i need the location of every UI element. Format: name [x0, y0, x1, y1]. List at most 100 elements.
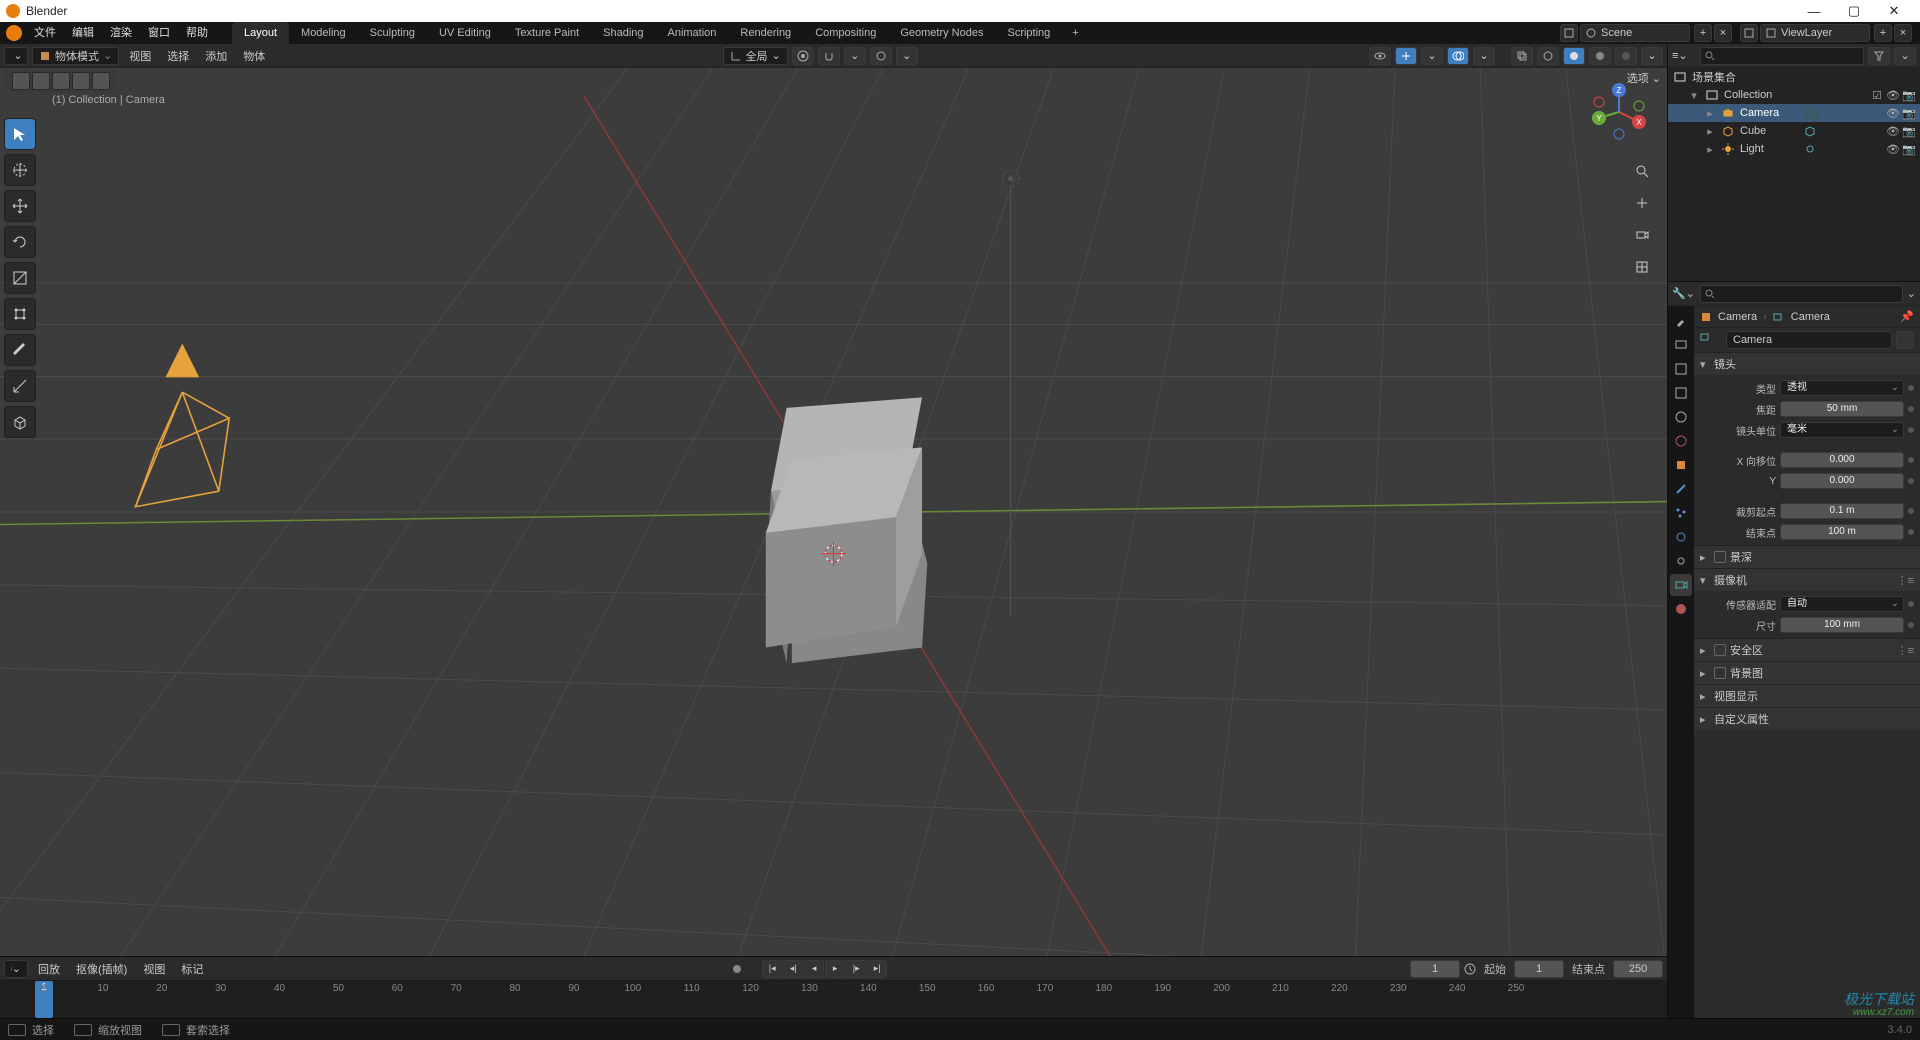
light-data-icon[interactable] [1803, 142, 1819, 156]
tab-output[interactable] [1670, 358, 1692, 380]
animate-dot[interactable] [1908, 385, 1914, 391]
clip-end-field[interactable]: 100 m [1780, 524, 1904, 540]
workspace-tab-modeling[interactable]: Modeling [289, 22, 358, 44]
auto-keying-toggle[interactable] [732, 964, 742, 974]
scene-browse-button[interactable] [1560, 24, 1578, 42]
disclosure-icon[interactable]: ▾ [1688, 89, 1700, 102]
menu-render[interactable]: 渲染 [102, 22, 140, 44]
select-mode-box[interactable] [32, 72, 50, 90]
blender-icon[interactable] [6, 25, 22, 41]
animate-dot[interactable] [1908, 478, 1914, 484]
pin-icon[interactable]: 📌 [1900, 310, 1914, 323]
jump-next-keyframe-button[interactable]: |▸ [846, 960, 866, 978]
render-icon[interactable]: 📷 [1902, 125, 1916, 138]
shading-solid[interactable] [1563, 47, 1585, 65]
workspace-tab-rendering[interactable]: Rendering [728, 22, 803, 44]
timeline-ruler[interactable]: 1 11020304050607080901001101201301401501… [0, 981, 1667, 1018]
select-mode-extra[interactable] [92, 72, 110, 90]
timeline-keying-menu[interactable]: 抠像(插帧) [70, 961, 133, 977]
workspace-tab-texture-paint[interactable]: Texture Paint [503, 22, 591, 44]
tool-transform[interactable] [4, 298, 36, 330]
animate-dot[interactable] [1908, 529, 1914, 535]
focal-length-field[interactable]: 50 mm [1780, 401, 1904, 417]
timeline-playback-menu[interactable]: 回放 [32, 961, 66, 977]
shift-x-field[interactable]: 0.000 [1780, 452, 1904, 468]
jump-to-start-button[interactable]: |◂ [762, 960, 782, 978]
properties-editor-type[interactable]: 🔧⌄ [1672, 287, 1696, 300]
mesh-data-icon[interactable] [1803, 124, 1819, 138]
eye-icon[interactable]: 👁 [1886, 89, 1900, 102]
tool-select-box[interactable] [4, 118, 36, 150]
scene-name-field[interactable]: Scene [1580, 24, 1690, 42]
window-maximize-button[interactable]: ▢ [1834, 3, 1874, 19]
shift-y-field[interactable]: 0.000 [1780, 473, 1904, 489]
transform-orientation-dropdown[interactable]: 全局⌄ [723, 47, 788, 65]
tab-object[interactable] [1670, 454, 1692, 476]
navigation-gizmo[interactable]: X Y Z [1587, 80, 1651, 144]
workspace-tab-animation[interactable]: Animation [656, 22, 729, 44]
tab-modifiers[interactable] [1670, 478, 1692, 500]
proportional-edit-dropdown[interactable]: ⌄ [896, 47, 918, 65]
eye-icon[interactable]: 👁 [1886, 107, 1900, 120]
outliner-filter-button[interactable] [1868, 47, 1890, 65]
viewlayer-delete-button[interactable]: × [1894, 24, 1912, 42]
animate-dot[interactable] [1908, 427, 1914, 433]
properties-search-input[interactable] [1700, 285, 1903, 303]
render-icon[interactable]: 📷 [1902, 107, 1916, 120]
tab-physics[interactable] [1670, 526, 1692, 548]
window-close-button[interactable]: ✕ [1874, 3, 1914, 19]
workspace-tab-layout[interactable]: Layout [232, 22, 289, 44]
end-frame-field[interactable]: 250 [1613, 960, 1663, 978]
tab-scene[interactable] [1670, 406, 1692, 428]
viewlayer-name-field[interactable]: ViewLayer [1760, 24, 1870, 42]
workspace-tab-scripting[interactable]: Scripting [995, 22, 1062, 44]
workspace-tab-compositing[interactable]: Compositing [803, 22, 888, 44]
tab-constraints[interactable] [1670, 550, 1692, 572]
scene-delete-button[interactable]: × [1714, 24, 1732, 42]
window-minimize-button[interactable]: — [1794, 4, 1834, 19]
nav-pan-button[interactable] [1629, 190, 1655, 216]
gizmo-toggle[interactable] [1395, 47, 1417, 65]
eye-icon[interactable]: 👁 [1886, 125, 1900, 138]
proportional-edit-toggle[interactable] [870, 47, 892, 65]
browse-data-button[interactable] [1700, 331, 1722, 349]
tab-world[interactable] [1670, 430, 1692, 452]
lens-type-dropdown[interactable]: 透视 [1780, 380, 1904, 396]
jump-to-end-button[interactable]: ▸| [867, 960, 887, 978]
current-frame-field[interactable]: 1 [1410, 960, 1460, 978]
tab-tool[interactable] [1670, 310, 1692, 332]
jump-prev-keyframe-button[interactable]: ◂| [783, 960, 803, 978]
nav-zoom-button[interactable] [1629, 158, 1655, 184]
start-frame-field[interactable]: 1 [1514, 960, 1564, 978]
outliner-search-input[interactable] [1700, 47, 1864, 65]
tool-rotate[interactable] [4, 226, 36, 258]
panel-vp-header[interactable]: ▸视图显示 [1694, 685, 1920, 707]
timeline-view-menu[interactable]: 视图 [137, 961, 171, 977]
outliner-item-cube[interactable]: ▸ Cube 👁📷 [1668, 122, 1920, 140]
shading-rendered[interactable] [1615, 47, 1637, 65]
viewport-options-dropdown[interactable]: 选项 ⌄ [1627, 70, 1661, 86]
animate-dot[interactable] [1908, 457, 1914, 463]
workspace-add-button[interactable]: + [1062, 22, 1088, 44]
xray-toggle[interactable] [1511, 47, 1533, 65]
panel-safe-header[interactable]: ▸安全区⋮≡ [1694, 639, 1920, 661]
animate-dot[interactable] [1908, 601, 1914, 607]
bg-checkbox[interactable] [1714, 667, 1726, 679]
tool-annotate[interactable] [4, 334, 36, 366]
viewport-menu-select[interactable]: 选择 [161, 48, 195, 64]
tool-move[interactable] [4, 190, 36, 222]
nav-perspective-button[interactable] [1629, 254, 1655, 280]
outliner-editor-type[interactable]: ≡⌄ [1672, 49, 1696, 62]
sensor-size-field[interactable]: 100 mm [1780, 617, 1904, 633]
tab-particles[interactable] [1670, 502, 1692, 524]
clip-start-field[interactable]: 0.1 m [1780, 503, 1904, 519]
shading-dropdown[interactable]: ⌄ [1641, 47, 1663, 65]
tab-material[interactable] [1670, 598, 1692, 620]
tab-render[interactable] [1670, 334, 1692, 356]
viewport-menu-object[interactable]: 物体 [237, 48, 271, 64]
viewport-menu-add[interactable]: 添加 [199, 48, 233, 64]
overlays-dropdown[interactable]: ⌄ [1473, 47, 1495, 65]
menu-file[interactable]: 文件 [26, 22, 64, 44]
panel-menu-icon[interactable]: ⋮≡ [1897, 644, 1914, 657]
viewport-canvas[interactable]: 用户透视 (1) Collection | Camera [0, 68, 1667, 956]
